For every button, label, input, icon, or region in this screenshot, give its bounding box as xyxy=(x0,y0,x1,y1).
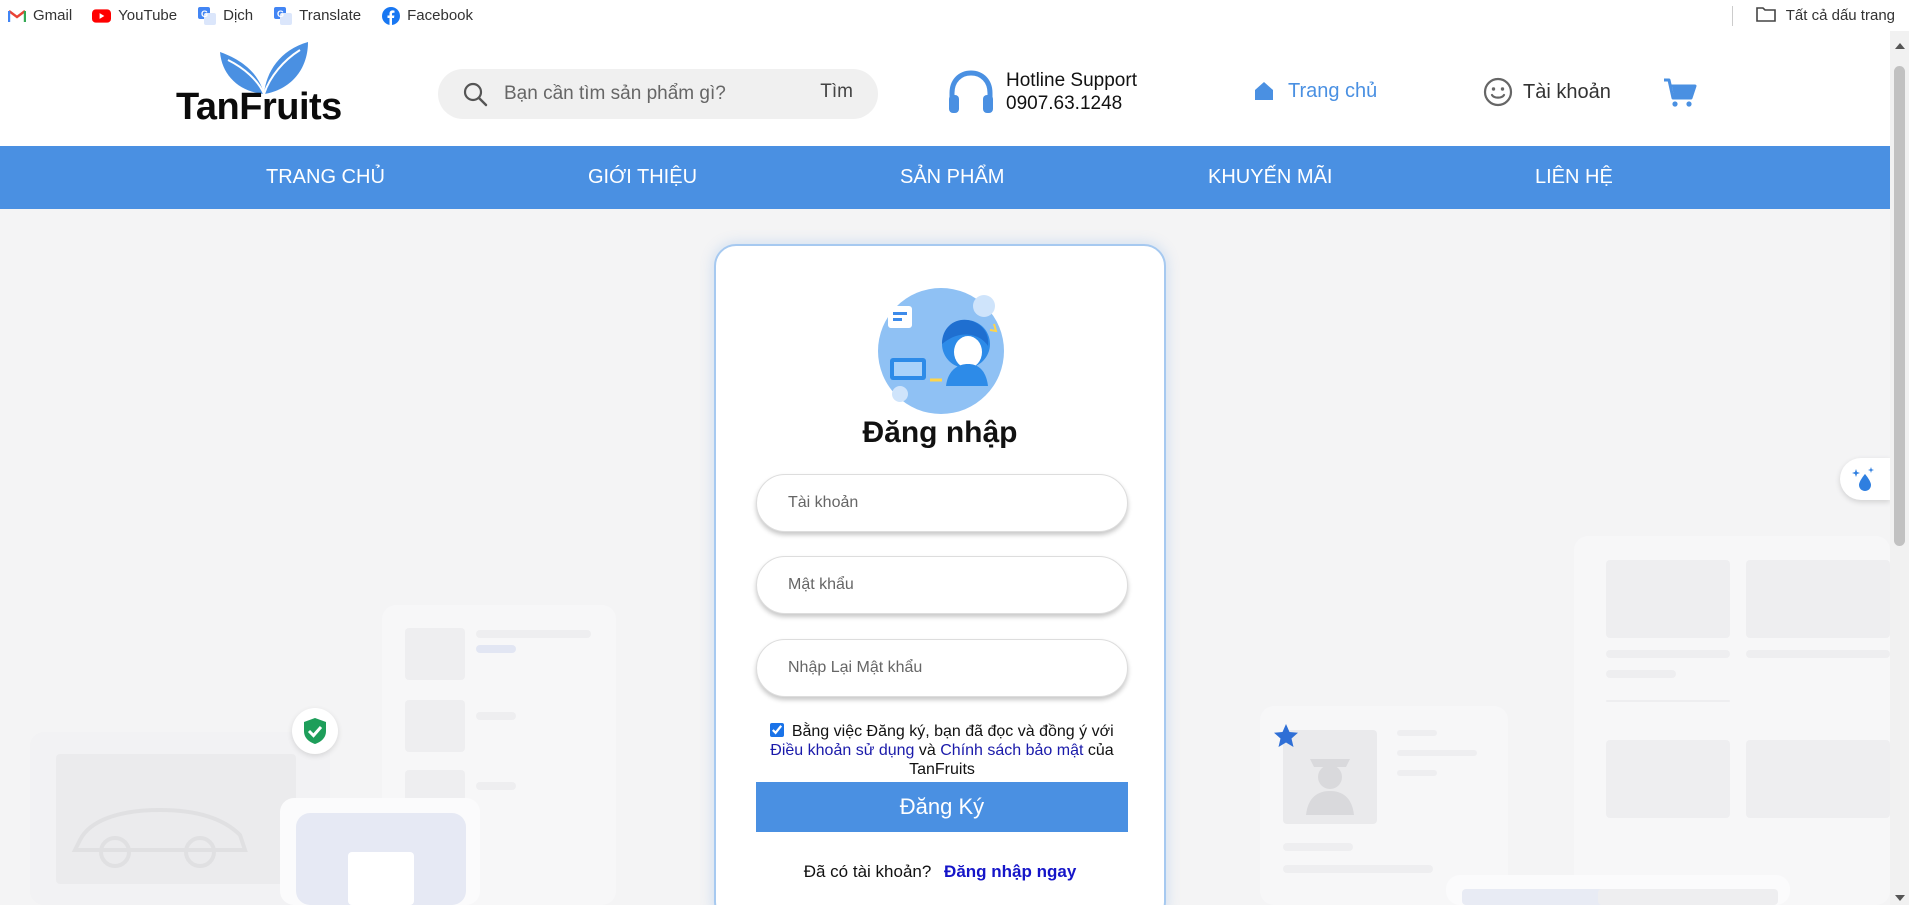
username-field[interactable] xyxy=(756,474,1128,532)
scroll-down-arrow-icon[interactable] xyxy=(1895,895,1905,901)
cart-icon xyxy=(1664,78,1697,107)
search-bar: Tìm xyxy=(438,69,878,119)
register-card: Đăng nhập Bằng việc Đăng ký, bạn đã đọc … xyxy=(714,244,1166,905)
cart-button[interactable] xyxy=(1663,78,1697,113)
home-label: Trang chủ xyxy=(1288,79,1378,102)
svg-text:G: G xyxy=(201,9,208,19)
header-account-link[interactable]: Tài khoản xyxy=(1483,77,1611,107)
logo-text: TanFruits xyxy=(176,86,342,128)
bookmark-youtube[interactable]: YouTube xyxy=(92,6,177,25)
star-icon xyxy=(1274,724,1298,747)
terms-of-use-link[interactable]: Điều khoản sử dụng xyxy=(770,742,914,759)
bookmarks-divider xyxy=(1732,6,1733,26)
shield-check-icon xyxy=(292,708,338,754)
hotline-title: Hotline Support xyxy=(1006,70,1137,91)
site-logo[interactable]: TanFruits xyxy=(176,40,356,135)
terms-and-text: và xyxy=(918,742,936,759)
bookmarks-bar: Gmail YouTube G Dịch G Translate Faceboo… xyxy=(0,0,1909,31)
privacy-policy-link[interactable]: Chính sách bảo mật xyxy=(940,742,1083,759)
bookmark-facebook[interactable]: Facebook xyxy=(381,6,473,25)
bookmark-translate[interactable]: G Translate xyxy=(273,6,361,25)
nav-item-promotions[interactable]: KHUYẾN MÃI xyxy=(1208,146,1332,209)
register-button[interactable]: Đăng Ký xyxy=(756,782,1128,832)
all-bookmarks-label: Tất cả dấu trang xyxy=(1785,7,1895,24)
person-illustration-icon xyxy=(1306,759,1354,815)
smiley-icon xyxy=(1483,77,1513,107)
nav-item-contact[interactable]: LIÊN HỆ xyxy=(1535,146,1613,209)
login-prompt: Đã có tài khoản? Đăng nhập ngay xyxy=(716,862,1164,882)
nav-item-about[interactable]: GIỚI THIỆU xyxy=(588,146,697,209)
youtube-icon xyxy=(92,6,112,25)
hotline-support: Hotline Support 0907.63.1248 xyxy=(946,69,1137,115)
bookmark-label: Facebook xyxy=(407,7,473,24)
header-home-link[interactable]: Trang chủ xyxy=(1252,79,1377,103)
terms-text: Bằng việc Đăng ký, bạn đã đọc và đồng ý … xyxy=(791,723,1114,740)
search-icon xyxy=(463,82,488,107)
bookmark-gmail[interactable]: Gmail xyxy=(7,6,72,25)
bookmark-label: Dịch xyxy=(223,7,254,24)
translate-icon: G xyxy=(273,6,292,25)
terms-agreement: Bằng việc Đăng ký, bạn đã đọc và đồng ý … xyxy=(756,722,1128,779)
scrollbar-thumb[interactable] xyxy=(1894,66,1905,546)
headphones-icon xyxy=(949,70,993,113)
car-illustration-icon xyxy=(71,807,248,868)
login-now-link[interactable]: Đăng nhập ngay xyxy=(944,862,1076,881)
nav-item-products[interactable]: SẢN PHẨM xyxy=(900,146,1004,209)
svg-text:G: G xyxy=(277,9,284,19)
confirm-password-field[interactable] xyxy=(756,639,1128,697)
hotline-number[interactable]: 0907.63.1248 xyxy=(1006,92,1137,115)
all-bookmarks[interactable]: Tất cả dấu trang xyxy=(1755,0,1895,31)
facebook-icon xyxy=(381,6,400,25)
sparkle-drop-icon xyxy=(1852,467,1874,491)
page-scrollbar[interactable] xyxy=(1890,31,1909,905)
have-account-text: Đã có tài khoản? xyxy=(803,862,932,881)
floating-widget-button[interactable] xyxy=(1840,458,1890,500)
account-label: Tài khoản xyxy=(1523,80,1611,103)
home-icon xyxy=(1255,82,1273,100)
password-field[interactable] xyxy=(756,556,1128,614)
bookmark-label: Translate xyxy=(299,7,362,24)
bookmark-label: Gmail xyxy=(33,7,73,24)
support-avatar-icon xyxy=(878,288,1004,414)
site-header: TanFruits Tìm Hotline Support 0907.63.12… xyxy=(0,31,1890,146)
main-nav: TRANG CHỦ GIỚI THIỆU SẢN PHẨM KHUYẾN MÃI… xyxy=(0,146,1890,209)
form-title: Đăng nhập xyxy=(862,416,1018,449)
nav-item-home[interactable]: TRANG CHỦ xyxy=(266,146,385,209)
gmail-icon xyxy=(7,6,26,25)
folder-icon xyxy=(1755,6,1776,26)
scroll-up-arrow-icon[interactable] xyxy=(1895,43,1905,49)
bookmark-label: YouTube xyxy=(118,7,178,24)
search-input[interactable] xyxy=(504,83,804,105)
terms-checkbox[interactable] xyxy=(770,723,785,737)
translate-icon: G xyxy=(197,6,216,25)
search-button[interactable]: Tìm xyxy=(820,81,853,103)
bookmark-dich[interactable]: G Dịch xyxy=(197,6,253,25)
